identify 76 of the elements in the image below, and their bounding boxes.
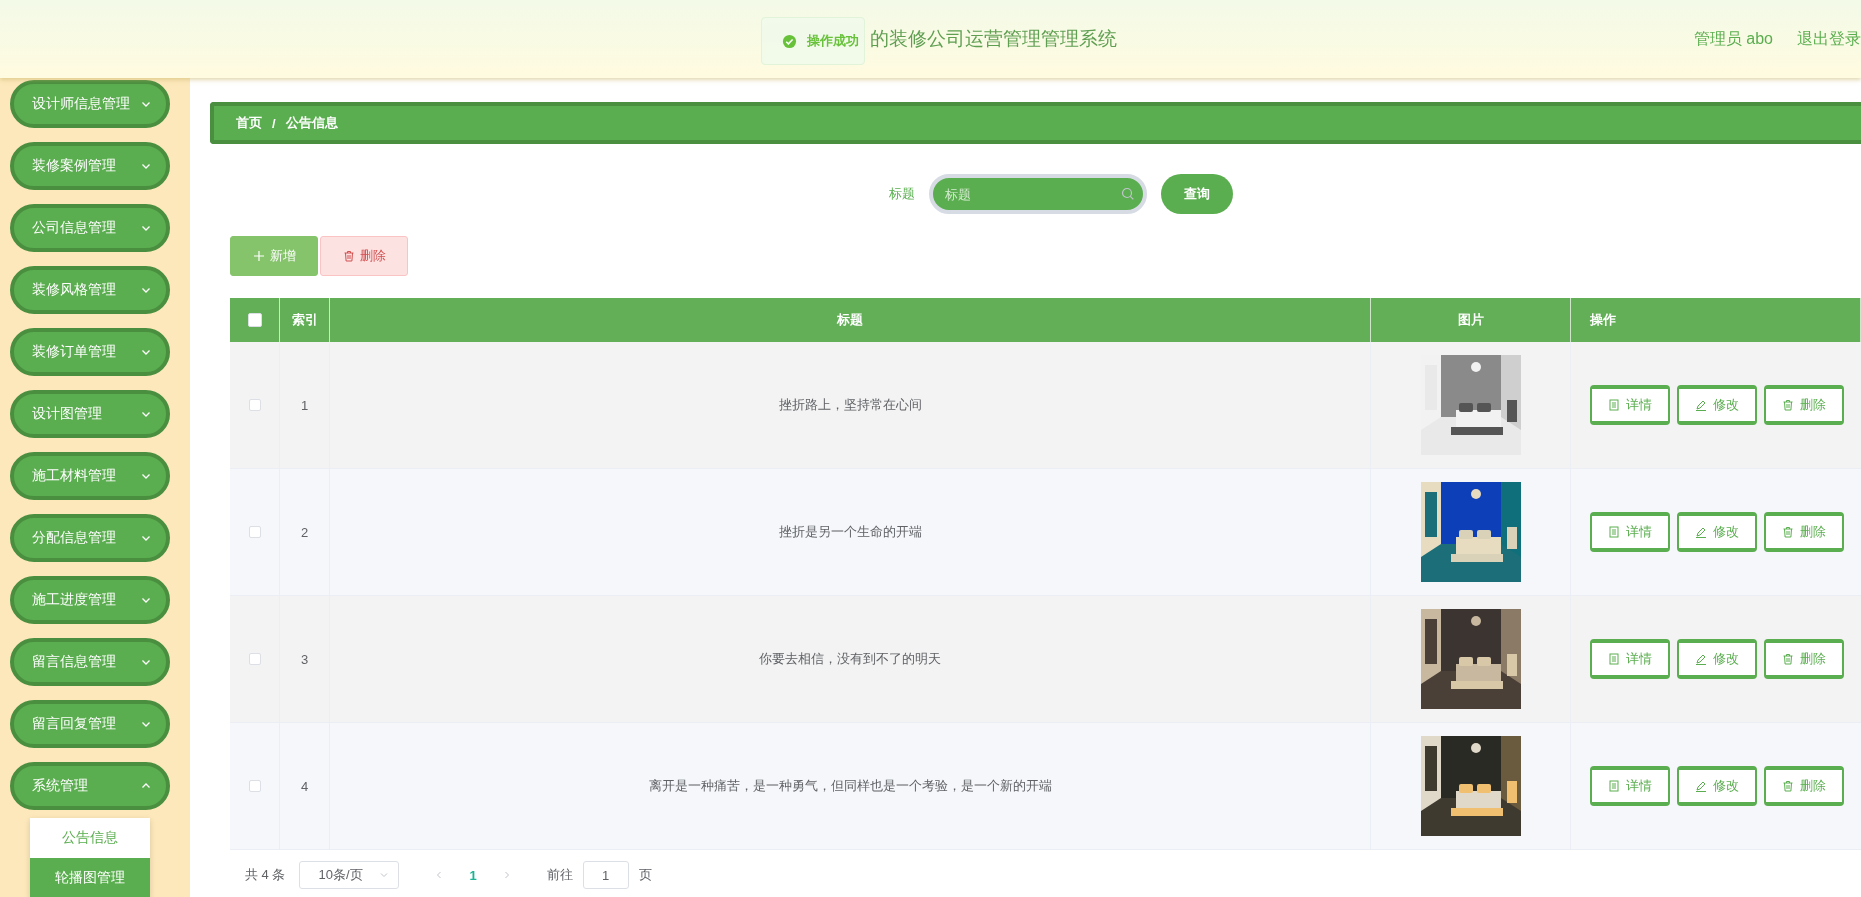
column-header: 图片 (1457, 311, 1484, 329)
table-cell: 2 (300, 524, 309, 540)
trash-icon (1782, 653, 1794, 665)
menu-item[interactable]: 施工材料管理 (10, 452, 170, 500)
submenu-item[interactable]: 轮播图管理 (30, 858, 150, 897)
breadcrumb-item[interactable]: 首页 (236, 114, 262, 132)
menu-item[interactable]: 施工进度管理 (10, 576, 170, 624)
menu-item[interactable]: 系统管理 (10, 762, 170, 810)
edit-button[interactable]: 修改 (1677, 385, 1757, 425)
menu-item[interactable]: 装修订单管理 (10, 328, 170, 376)
edit-button[interactable]: 修改 (1677, 512, 1757, 552)
search-icon (1120, 187, 1135, 201)
logout-link[interactable]: 退出登录 (1797, 28, 1861, 50)
table-cell: 离开是一种痛苦，是一种勇气，但同样也是一个考验，是一个新的开端 (648, 777, 1052, 795)
menu-item[interactable]: 留言回复管理 (10, 700, 170, 748)
checkbox[interactable] (248, 653, 261, 665)
document-icon (1608, 399, 1620, 411)
menu-item[interactable]: 设计师信息管理 (10, 80, 170, 128)
delete-button[interactable]: 删除 (1764, 385, 1844, 425)
checkbox[interactable] (248, 399, 261, 411)
search-field[interactable]: 标题 (928, 174, 1147, 214)
breadcrumb-item[interactable]: 公告信息 (285, 114, 338, 132)
column-header: 索引 (291, 311, 318, 329)
document-icon (1608, 653, 1620, 665)
page-suffix: 页 (638, 866, 652, 884)
column-header: 操作 (1590, 311, 1616, 329)
document-icon (1608, 526, 1620, 538)
menu-item[interactable]: 装修案例管理 (10, 142, 170, 190)
trash-icon (1782, 399, 1794, 411)
query-button[interactable]: 查询 (1160, 174, 1233, 214)
menu-item[interactable]: 设计图管理 (10, 390, 170, 438)
table-cell: 挫折是另一个生命的开端 (778, 523, 922, 541)
pencil-icon (1695, 399, 1707, 411)
detail-button[interactable]: 详情 (1590, 512, 1670, 552)
menu-item[interactable]: 公司信息管理 (10, 204, 170, 252)
breadcrumb-separator: / (272, 115, 276, 131)
edit-button[interactable]: 修改 (1677, 766, 1757, 806)
checkbox[interactable] (248, 780, 261, 792)
total-count: 共 4 条 (245, 866, 286, 884)
detail-button[interactable]: 详情 (1590, 766, 1670, 806)
table-cell: 3 (300, 651, 309, 667)
delete-button[interactable]: 删除 (1764, 512, 1844, 552)
document-icon (1608, 780, 1620, 792)
toast-message: 操作成功 (807, 32, 859, 50)
goto-label: 前往 (546, 866, 573, 884)
app-title: 的装修公司运营管理管理系统 (870, 28, 1117, 49)
user-name: 管理员 abo (1693, 28, 1773, 49)
add-button[interactable]: 新增 (230, 236, 318, 276)
check-icon (782, 33, 797, 49)
plus-icon (252, 250, 265, 262)
edit-button[interactable]: 修改 (1677, 639, 1757, 679)
column-header: 标题 (837, 311, 863, 329)
table-cell: 4 (300, 778, 309, 794)
menu-item[interactable]: 留言信息管理 (10, 638, 170, 686)
page-input[interactable]: 1 (582, 861, 629, 889)
menu-item[interactable]: 装修风格管理 (10, 266, 170, 314)
table-cell: 你要去相信，没有到不了的明天 (759, 650, 941, 668)
pencil-icon (1695, 780, 1707, 792)
delete-button[interactable]: 删除 (1764, 766, 1844, 806)
pencil-icon (1695, 653, 1707, 665)
trash-icon (342, 250, 355, 262)
menu-item[interactable]: 分配信息管理 (10, 514, 170, 562)
table-cell: 1 (300, 397, 309, 413)
checkbox[interactable] (247, 313, 262, 327)
detail-button[interactable]: 详情 (1590, 639, 1670, 679)
delete-button[interactable]: 删除 (1764, 639, 1844, 679)
trash-icon (1782, 526, 1794, 538)
detail-button[interactable]: 详情 (1590, 385, 1670, 425)
trash-icon (1782, 780, 1794, 792)
submenu-item[interactable]: 公告信息 (30, 818, 150, 858)
page-number[interactable]: 1 (463, 867, 483, 883)
page-size-select[interactable]: 10条/页 (299, 861, 400, 889)
pencil-icon (1695, 526, 1707, 538)
field-label: 标题 (888, 185, 915, 203)
checkbox[interactable] (248, 526, 261, 538)
table-cell: 挫折路上，坚持常在心间 (778, 396, 922, 414)
